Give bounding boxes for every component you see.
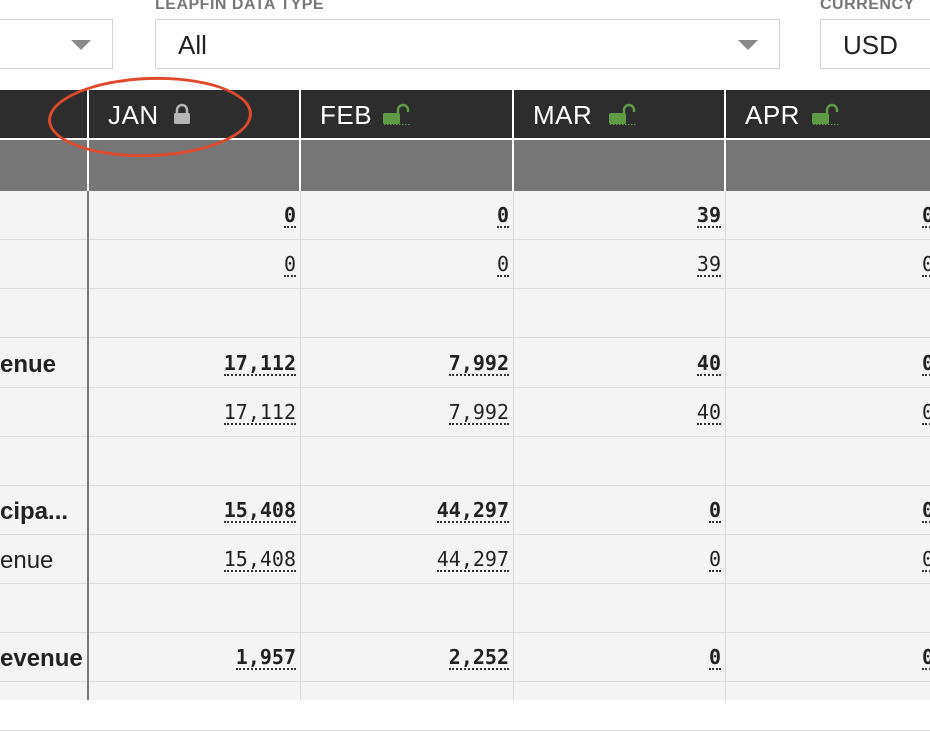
value-cell[interactable]: 0 (283, 204, 296, 228)
value-cell[interactable]: 39 (696, 204, 721, 228)
currency-select[interactable]: USD (820, 19, 930, 69)
chevron-down-icon (71, 40, 91, 50)
table-row: enue 17,112 7,992 40 0 (0, 339, 930, 388)
column-header-feb[interactable]: FEB (300, 90, 513, 138)
row-label: enue (0, 351, 57, 378)
data-type-select[interactable]: All (155, 19, 780, 69)
table-row: 17,112 7,992 40 0 (0, 388, 930, 437)
column-divider (513, 191, 514, 700)
subheader-divider (512, 140, 514, 191)
value-cell[interactable]: 7,992 (448, 401, 509, 425)
column-header-apr[interactable]: APR (725, 90, 930, 138)
value-cell[interactable]: 17,112 (223, 352, 296, 376)
value-cell[interactable]: 44,297 (436, 499, 509, 523)
value-cell[interactable]: 0 (283, 253, 296, 277)
table-row (0, 682, 930, 731)
data-type-value: All (178, 30, 207, 60)
value-cell[interactable]: 0 (921, 352, 930, 376)
table-row (0, 289, 930, 338)
header-divider (512, 90, 514, 138)
data-type-label: LEAPFIN DATA TYPE (155, 0, 325, 13)
currency-label: CURRENCY (820, 0, 915, 13)
value-cell[interactable]: 7,992 (448, 352, 509, 376)
value-cell[interactable]: 0 (921, 204, 930, 228)
column-divider (725, 191, 726, 700)
row-label: enue (0, 547, 54, 574)
value-cell[interactable]: 39 (696, 253, 721, 277)
data-grid: 0 0 39 0 0 0 39 0 enue 17,112 7,992 40 0 17,112 7,992 4… (0, 191, 930, 731)
value-cell[interactable]: 15,408 (223, 499, 296, 523)
column-header-label: FEB (320, 100, 373, 130)
column-header-label: MAR (533, 100, 593, 130)
header-divider (724, 90, 726, 138)
value-cell[interactable]: 2,252 (448, 646, 509, 670)
value-cell[interactable]: 0 (708, 548, 721, 572)
value-cell[interactable]: 40 (696, 401, 721, 425)
table-row: cipa... 15,408 44,297 0 0 (0, 486, 930, 535)
currency-value: USD (843, 30, 898, 60)
column-header-label: APR (745, 100, 800, 130)
value-cell[interactable]: 0 (496, 204, 509, 228)
table-row (0, 437, 930, 486)
value-cell[interactable]: 0 (921, 646, 930, 670)
lock-open-icon[interactable] (383, 103, 411, 125)
value-cell[interactable]: 1,957 (235, 646, 296, 670)
table-row: evenue 1,957 2,252 0 0 (0, 633, 930, 682)
value-cell[interactable]: 0 (921, 401, 930, 425)
subheader-divider (299, 140, 301, 191)
value-cell[interactable]: 0 (921, 499, 930, 523)
table-row: 0 0 39 0 (0, 240, 930, 289)
lock-open-icon[interactable] (812, 103, 840, 125)
lock-open-icon[interactable] (609, 103, 637, 125)
value-cell[interactable]: 17,112 (223, 401, 296, 425)
row-label: evenue (0, 645, 83, 672)
value-cell[interactable]: 0 (496, 253, 509, 277)
header-divider (299, 90, 301, 138)
column-divider (300, 191, 301, 700)
value-cell[interactable]: 0 (921, 548, 930, 572)
value-cell[interactable]: 44,297 (436, 548, 509, 572)
subheader-divider (724, 140, 726, 191)
column-header-mar[interactable]: MAR (513, 90, 725, 138)
value-cell[interactable]: 0 (708, 499, 721, 523)
frozen-column-divider (87, 191, 89, 700)
value-cell[interactable]: 0 (921, 253, 930, 277)
table-row: 0 0 39 0 (0, 191, 930, 240)
chevron-down-icon (738, 40, 758, 50)
value-cell[interactable]: 0 (708, 646, 721, 670)
table-row (0, 584, 930, 633)
row-label: cipa... (0, 498, 69, 525)
account-select[interactable] (0, 19, 113, 69)
value-cell[interactable]: 15,408 (223, 548, 296, 572)
value-cell[interactable]: 40 (696, 352, 721, 376)
table-row: enue 15,408 44,297 0 0 (0, 535, 930, 584)
